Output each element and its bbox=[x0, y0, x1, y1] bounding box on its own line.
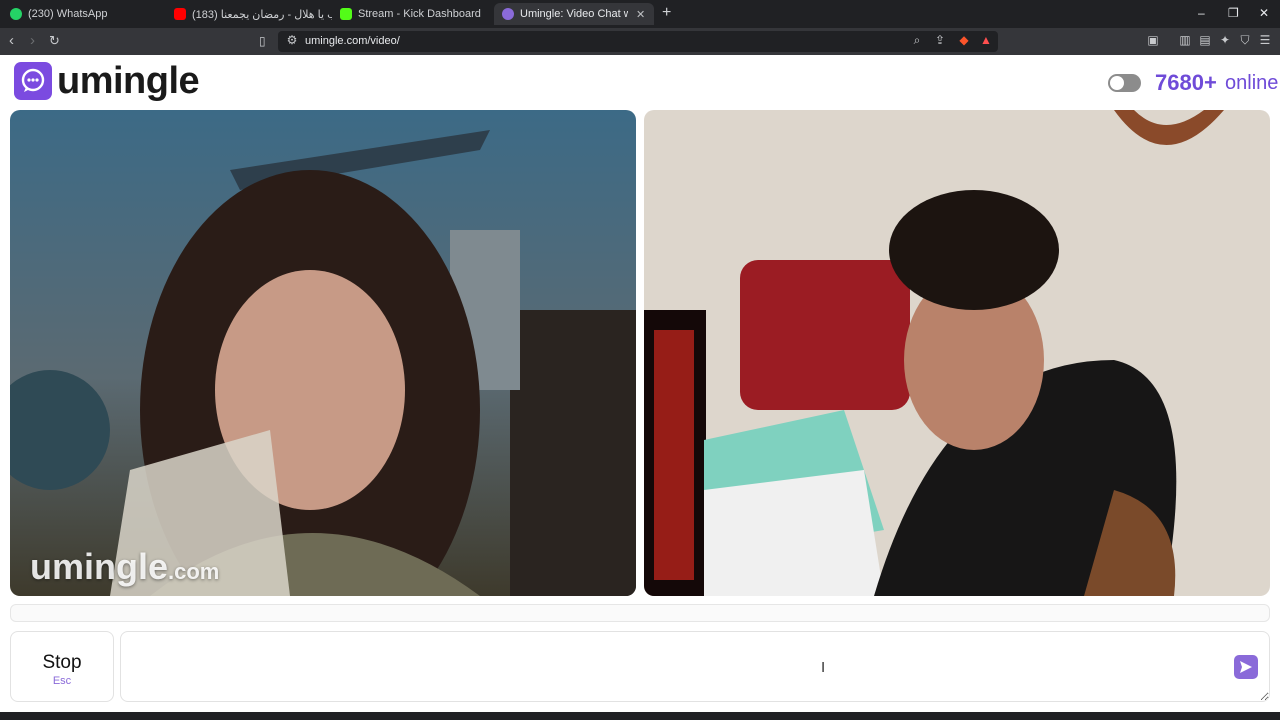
youtube-icon bbox=[174, 8, 186, 20]
wallet-icon[interactable]: ▤ bbox=[1198, 33, 1212, 47]
taskbar-edge bbox=[0, 712, 1280, 720]
ai-icon[interactable]: ✦ bbox=[1218, 33, 1232, 47]
text-cursor-icon: I bbox=[821, 659, 826, 676]
stop-label: Stop bbox=[42, 652, 82, 673]
brave-shield-icon[interactable]: ◆ bbox=[957, 33, 971, 47]
status-strip bbox=[10, 604, 1270, 622]
reload-icon[interactable]: ↻ bbox=[49, 33, 60, 49]
umingle-icon bbox=[502, 8, 514, 20]
address-bar-row: ‹ › ↻ ▯ bbox=[0, 28, 1280, 55]
forward-icon[interactable]: › bbox=[30, 33, 35, 49]
tab-umingle[interactable]: Umingle: Video Chat with Str ✕ bbox=[494, 3, 654, 25]
tab-youtube[interactable]: (183) مرحب يا هلال - رمضان يجمعنا bbox=[166, 3, 332, 25]
send-button[interactable] bbox=[1234, 655, 1258, 679]
tab-kick[interactable]: Stream - Kick Dashboard bbox=[332, 3, 492, 25]
site-info-icon[interactable]: ⚙ bbox=[285, 33, 299, 47]
brave-rewards-icon[interactable]: ▲ bbox=[979, 33, 993, 47]
url-text[interactable]: umingle.com/video/ bbox=[305, 35, 400, 47]
logo-text[interactable]: umingle bbox=[57, 60, 200, 103]
online-label: online bbox=[1225, 72, 1279, 94]
stranger-video: umingle.com bbox=[10, 110, 636, 596]
logo-icon[interactable] bbox=[14, 62, 52, 100]
stop-shortcut-hint: Esc bbox=[52, 675, 72, 687]
zoom-icon[interactable]: ⌕ bbox=[910, 33, 924, 47]
back-icon[interactable]: ‹ bbox=[9, 33, 14, 49]
online-count: 7680+ bbox=[1155, 70, 1217, 95]
tab-whatsapp[interactable]: (230) WhatsApp bbox=[2, 3, 162, 25]
tab-label: Umingle: Video Chat with Str bbox=[520, 8, 628, 20]
tab-label: (230) WhatsApp bbox=[28, 8, 108, 20]
stop-button[interactable]: Stop Esc bbox=[10, 631, 114, 702]
bookmark-icon[interactable]: ▯ bbox=[259, 33, 266, 49]
theme-toggle[interactable] bbox=[1108, 74, 1141, 92]
close-tab-icon[interactable]: ✕ bbox=[636, 8, 645, 21]
umingle-watermark: umingle.com bbox=[30, 546, 220, 587]
toggle-knob bbox=[1110, 76, 1124, 90]
vpn-icon[interactable]: ⛉ bbox=[1238, 33, 1252, 47]
self-video bbox=[644, 110, 1270, 596]
send-icon bbox=[1240, 661, 1252, 673]
tab-label: Stream - Kick Dashboard bbox=[358, 8, 481, 20]
menu-icon[interactable]: ☰ bbox=[1258, 33, 1272, 47]
chat-input[interactable] bbox=[120, 631, 1270, 702]
restore-button[interactable]: ❐ bbox=[1228, 6, 1239, 20]
tab-label: (183) مرحب يا هلال - رمضان يجمعنا bbox=[192, 8, 332, 21]
new-tab-button[interactable]: + bbox=[662, 5, 671, 21]
kick-icon bbox=[340, 8, 352, 20]
minimize-button[interactable]: – bbox=[1198, 6, 1205, 20]
share-icon[interactable]: ⇪ bbox=[933, 33, 947, 47]
whatsapp-icon bbox=[10, 8, 22, 20]
leo-icon[interactable]: ▣ bbox=[1146, 33, 1160, 47]
browser-tabbar: (230) WhatsApp (183) مرحب يا هلال - رمضا… bbox=[0, 0, 1280, 28]
sidebar-icon[interactable]: ▥ bbox=[1178, 33, 1192, 47]
close-window-button[interactable]: ✕ bbox=[1259, 6, 1269, 20]
